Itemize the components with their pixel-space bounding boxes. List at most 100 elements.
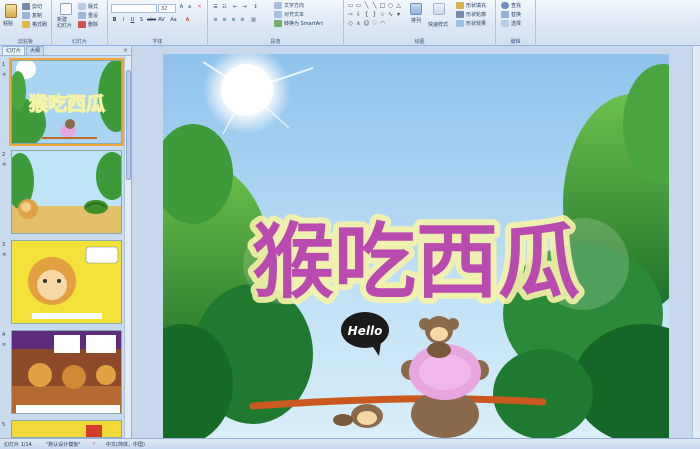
reset-button[interactable]: 重设 bbox=[78, 12, 98, 19]
text-direction-icon bbox=[274, 2, 282, 9]
bullets-icon[interactable]: ☰ bbox=[212, 4, 219, 11]
shape-effects-button[interactable]: 形状效果 bbox=[456, 20, 486, 27]
shape-fill-button[interactable]: 形状填充 bbox=[456, 2, 486, 9]
font-name-field[interactable] bbox=[111, 4, 157, 13]
slide-thumbnail-4[interactable] bbox=[11, 330, 122, 414]
oval-shape-icon[interactable]: ○ bbox=[387, 2, 394, 9]
heart-shape-icon[interactable]: ♡ bbox=[371, 20, 378, 27]
paragraph-group-label: 段落 bbox=[270, 39, 281, 45]
paste-icon[interactable] bbox=[5, 4, 17, 18]
shape-outline-button[interactable]: 形状轮廓 bbox=[456, 11, 486, 18]
line-shape-icon[interactable]: ╲ bbox=[363, 2, 370, 9]
align-left-icon[interactable]: ≡ bbox=[212, 17, 219, 24]
brace-shape-icon[interactable]: { bbox=[363, 11, 370, 18]
thumbnail-title: 猴吃西瓜 bbox=[29, 92, 105, 115]
cut-button[interactable]: 剪切 bbox=[22, 3, 42, 10]
thumbnail-row[interactable]: 1 ✲ 猴吃西瓜 bbox=[0, 58, 124, 146]
pane-scrollbar[interactable] bbox=[124, 56, 131, 438]
animation-star-icon: ✲ bbox=[2, 72, 7, 78]
slides-group: 新建 幻灯片 版式 重设 删除 幻灯片 bbox=[52, 0, 108, 46]
text-direction-button[interactable]: 文字方向 bbox=[274, 2, 304, 9]
font-color-icon[interactable]: A bbox=[184, 17, 191, 24]
columns-icon[interactable]: ▥ bbox=[250, 17, 257, 24]
arrange-button[interactable]: 排列 bbox=[411, 17, 421, 24]
arc-shape-icon[interactable]: ◠ bbox=[379, 20, 386, 27]
close-icon[interactable]: × bbox=[123, 47, 128, 54]
slide-canvas-area: 猴吃西瓜 猴吃西瓜 Hello bbox=[133, 46, 700, 438]
theme-status: "默认设计模板" bbox=[46, 442, 81, 448]
thumbnail-number: 2 bbox=[2, 152, 6, 158]
quick-styles-button[interactable]: 快速样式 bbox=[428, 21, 448, 28]
new-slide-icon[interactable] bbox=[60, 3, 72, 15]
arrange-icon[interactable] bbox=[410, 3, 422, 15]
thumbnail-row[interactable]: 2 ✲ bbox=[0, 150, 124, 234]
thumbnail-row[interactable]: 4 ✲ bbox=[0, 330, 124, 414]
format-painter-button[interactable]: 格式刷 bbox=[22, 21, 47, 28]
thumbnail-row[interactable]: 3 ✲ bbox=[0, 240, 124, 324]
tab-slides[interactable]: 幻灯片 bbox=[2, 46, 26, 55]
smartart-button[interactable]: 转换为 SmartArt bbox=[274, 20, 323, 27]
main-slide[interactable]: 猴吃西瓜 猴吃西瓜 Hello bbox=[163, 54, 669, 438]
shadow-icon[interactable]: S bbox=[138, 17, 145, 24]
arrow-right-shape-icon[interactable]: ⇨ bbox=[347, 11, 354, 18]
decrease-indent-icon[interactable]: ⇤ bbox=[232, 4, 239, 11]
more-shapes-icon[interactable]: ▾ bbox=[395, 11, 402, 18]
change-case-icon[interactable]: Aa bbox=[170, 17, 177, 24]
fill-icon bbox=[456, 2, 464, 9]
triangle-shape-icon[interactable]: △ bbox=[395, 2, 402, 9]
replace-button[interactable]: 替换 bbox=[501, 11, 521, 18]
find-button[interactable]: 查找 bbox=[501, 2, 521, 9]
thumbnail-row[interactable]: 5 bbox=[0, 420, 124, 438]
line-spacing-icon[interactable]: ↕ bbox=[252, 4, 259, 11]
shrink-font-icon[interactable]: a bbox=[186, 4, 193, 11]
arrow-down-shape-icon[interactable]: ⇩ bbox=[355, 11, 362, 18]
copy-button[interactable]: 复制 bbox=[22, 12, 42, 19]
small-monkey-bottom-icon bbox=[333, 404, 383, 428]
align-center-icon[interactable]: ≡ bbox=[221, 17, 228, 24]
increase-indent-icon[interactable]: ⇥ bbox=[241, 4, 248, 11]
underline-icon[interactable]: U bbox=[129, 17, 136, 24]
layout-button[interactable]: 版式 bbox=[78, 3, 98, 10]
slide-thumbnail-2[interactable] bbox=[11, 150, 122, 234]
brace2-shape-icon[interactable]: } bbox=[371, 11, 378, 18]
slide-thumbnail-3[interactable] bbox=[11, 240, 122, 324]
rectangle2-shape-icon[interactable]: ▭ bbox=[355, 2, 362, 9]
bold-icon[interactable]: B bbox=[111, 17, 118, 24]
align-text-button[interactable]: 对齐文本 bbox=[274, 11, 304, 18]
new-slide-button[interactable]: 新建 幻灯片 bbox=[57, 17, 72, 29]
smile-shape-icon[interactable]: ☺ bbox=[363, 20, 370, 27]
curve-shape-icon[interactable]: ∿ bbox=[387, 11, 394, 18]
delete-slide-button[interactable]: 删除 bbox=[78, 21, 98, 28]
spacing-icon[interactable]: AV bbox=[158, 17, 165, 24]
callout-shape-icon[interactable]: ◇ bbox=[347, 20, 354, 27]
justify-icon[interactable]: ≡ bbox=[239, 17, 246, 24]
slide-thumbnail-5[interactable] bbox=[11, 420, 122, 438]
italic-icon[interactable]: I bbox=[120, 17, 127, 24]
font-size-field[interactable]: 32 bbox=[158, 4, 176, 13]
rect3-shape-icon[interactable]: □ bbox=[379, 2, 386, 9]
delete-icon bbox=[78, 21, 86, 28]
select-button[interactable]: 选择 bbox=[501, 20, 521, 27]
canvas-scrollbar[interactable] bbox=[692, 46, 700, 438]
lightning-shape-icon[interactable]: ∧ bbox=[355, 20, 362, 27]
align-right-icon[interactable]: ≡ bbox=[230, 17, 237, 24]
grow-font-icon[interactable]: A bbox=[178, 4, 185, 11]
line2-shape-icon[interactable]: ╲ bbox=[371, 2, 378, 9]
slide-thumbnail-1[interactable]: 猴吃西瓜 bbox=[9, 58, 124, 146]
star-shape-icon[interactable]: ☆ bbox=[379, 11, 386, 18]
tab-outline[interactable]: 大纲 bbox=[26, 46, 45, 55]
numbering-icon[interactable]: ☷ bbox=[221, 4, 228, 11]
spellcheck-icon[interactable]: ✓ bbox=[92, 441, 96, 447]
quick-styles-icon[interactable] bbox=[433, 3, 445, 15]
format-painter-label: 格式刷 bbox=[32, 22, 48, 28]
reset-label: 重设 bbox=[88, 13, 99, 19]
scissors-icon bbox=[22, 3, 30, 10]
rectangle-shape-icon[interactable]: ▭ bbox=[347, 2, 354, 9]
paste-button[interactable]: 粘贴 bbox=[3, 20, 13, 27]
strikethrough-icon[interactable]: abc bbox=[147, 17, 156, 24]
thumbnail-4-art bbox=[12, 331, 121, 413]
shape-effects-label: 形状效果 bbox=[466, 21, 487, 27]
thumbnail-1-art: 猴吃西瓜 bbox=[12, 61, 121, 143]
clear-format-icon[interactable]: ✕ bbox=[196, 4, 203, 11]
pane-scroll-thumb[interactable] bbox=[126, 70, 131, 180]
